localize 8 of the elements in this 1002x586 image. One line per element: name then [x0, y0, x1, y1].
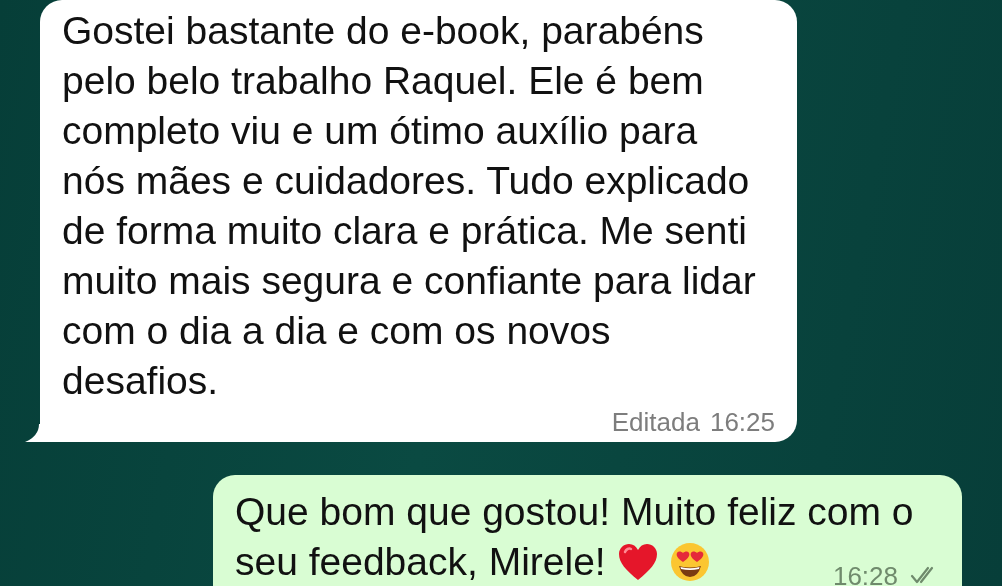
message-text: Gostei bastante do e-book, parabéns pelo belo trabalho Raquel. Ele é bem completo viu e um ótimo auxílio para nós mães e cuidadores. Tudo explicado de forma muito clara e prática. Me senti muito mais segura e confiante para lidar com o dia a dia e com os novos desafios. [62, 8, 756, 404]
heart-icon [617, 543, 658, 581]
heart-eyes-emoji-icon [669, 542, 710, 582]
edited-label: Editada [611, 408, 700, 436]
message-time: 16:28 [832, 561, 898, 586]
message-time: 16:25 [709, 408, 775, 436]
message-text: seu feedback, Mirele! [235, 539, 606, 585]
message-text: Que bom que gostou! Muito feliz com o [235, 489, 914, 535]
